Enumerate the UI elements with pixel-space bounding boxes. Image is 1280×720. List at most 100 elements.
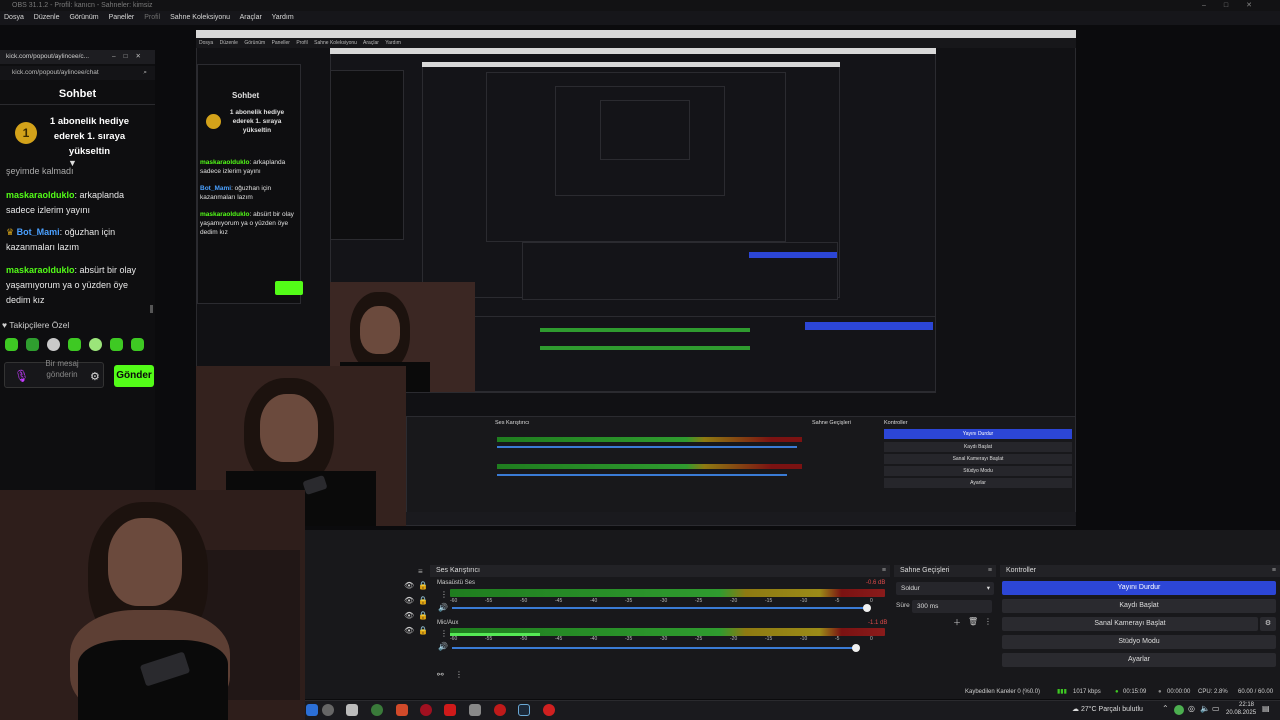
scroll-down-icon[interactable]: ▼ xyxy=(68,158,77,168)
transition-type: Soldur xyxy=(901,585,920,592)
emote-icon[interactable] xyxy=(26,338,39,351)
lock-icon[interactable]: 🔒 xyxy=(418,581,428,590)
opera-gx-icon[interactable] xyxy=(494,704,506,716)
dock-menu-icon[interactable]: ≡ xyxy=(988,565,992,577)
eye-icon[interactable]: 👁 xyxy=(404,581,414,590)
steam-icon[interactable] xyxy=(518,704,530,716)
preview-menu-file: Dosya xyxy=(199,40,214,46)
menu-docks[interactable]: Paneller xyxy=(109,14,135,21)
start-icon[interactable] xyxy=(306,704,318,716)
source-menu-icon[interactable]: ⋮ xyxy=(440,590,448,599)
lock-icon[interactable]: 🔒 xyxy=(418,596,428,605)
tray-chevron-up-icon[interactable]: ⌃ xyxy=(1162,704,1169,713)
transition-menu-icon[interactable]: ⋮ xyxy=(984,617,992,626)
dock-menu-icon[interactable]: ≡ xyxy=(882,565,886,577)
subscriber-badge-icon: 1 xyxy=(15,122,37,144)
dock-menu-icon[interactable]: ≡ xyxy=(1272,565,1276,577)
chat-username[interactable]: Bot_Mami xyxy=(17,227,60,237)
weather-widget[interactable]: ☁ 27°C Parçalı bulutlu xyxy=(1072,700,1143,720)
obs-app-icon[interactable] xyxy=(322,704,334,716)
lock-icon[interactable]: 🔒 xyxy=(418,626,428,635)
dock-menu-icon[interactable]: ≡ xyxy=(418,567,423,576)
transition-select[interactable]: Soldur ▾ xyxy=(896,582,994,595)
zoom-icon[interactable]: ⌕ xyxy=(143,66,147,80)
menu-file[interactable]: Dosya xyxy=(4,14,24,21)
chat-cut-line: şeyimde kalmadı xyxy=(6,166,74,176)
eye-icon[interactable]: 👁 xyxy=(404,596,414,605)
menu-edit[interactable]: Düzenle xyxy=(34,14,60,21)
preview-menu-help: Yardım xyxy=(385,40,401,46)
nested-dock-2 xyxy=(522,242,838,300)
link-icon[interactable]: ⚯ xyxy=(437,670,444,679)
nested-active-button xyxy=(749,252,837,258)
chat-message: maskaraolduklo: arkaplanda sadece izleri… xyxy=(6,188,151,218)
battery-icon[interactable]: ▭ xyxy=(1212,704,1220,713)
chat-scrollbar[interactable] xyxy=(150,305,153,313)
duration-input[interactable]: 300 ms xyxy=(912,600,992,613)
eye-icon[interactable]: 👁 xyxy=(404,611,414,620)
tray-app-icon[interactable] xyxy=(1174,705,1184,715)
mixer-menu-icon[interactable]: ⋮ xyxy=(455,670,463,679)
chat-username[interactable]: maskaraolduklo xyxy=(6,190,75,200)
network-icon[interactable]: ◎ xyxy=(1188,704,1195,713)
meter-tick-label: -40 xyxy=(590,598,598,604)
opera-icon[interactable] xyxy=(420,704,432,716)
nested-gift-text: 1 abonelik hediye ederek 1. sıraya yükse… xyxy=(229,109,285,134)
chat-window-controls[interactable]: –□✕ xyxy=(112,50,149,64)
menu-scene-collection[interactable]: Sahne Koleksiyonu xyxy=(170,14,230,21)
brave-icon[interactable] xyxy=(396,704,408,716)
add-icon[interactable]: ＋ xyxy=(953,617,961,628)
nested-meter xyxy=(497,464,802,469)
trash-icon[interactable]: 🗑 xyxy=(968,617,978,626)
explorer-icon[interactable] xyxy=(469,704,481,716)
emote-icon[interactable] xyxy=(131,338,144,351)
virtual-camera-settings-icon[interactable]: ⚙ xyxy=(1260,617,1276,631)
volume-slider-desktop[interactable] xyxy=(452,607,866,609)
meter-tick-label: -25 xyxy=(695,636,703,642)
start-recording-button[interactable]: Kaydı Başlat xyxy=(1002,599,1276,613)
menu-tools[interactable]: Araçlar xyxy=(240,14,262,21)
emote-icon[interactable] xyxy=(110,338,123,351)
lock-icon[interactable]: 🔒 xyxy=(418,611,428,620)
window-controls[interactable]: –□✕ xyxy=(1202,0,1270,11)
clock[interactable]: 22:18 20.08.2025 xyxy=(1226,701,1256,717)
eye-icon[interactable]: 👁 xyxy=(404,626,414,635)
studio-mode-button[interactable]: Stüdyo Modu xyxy=(1002,635,1276,649)
task-view-icon[interactable] xyxy=(346,704,358,716)
volume-knob-mic[interactable] xyxy=(852,644,860,652)
menu-view[interactable]: Görünüm xyxy=(69,14,98,21)
volume-knob-desktop[interactable] xyxy=(863,604,871,612)
microphone-icon[interactable]: 🎙 xyxy=(14,369,29,383)
start-virtual-camera-button[interactable]: Sanal Kamerayı Başlat xyxy=(1002,617,1258,631)
gear-icon[interactable]: ⚙ xyxy=(90,370,100,383)
mixer-dock-header: Ses Karıştırıcı ≡ xyxy=(430,565,890,577)
menu-help[interactable]: Yardım xyxy=(272,14,294,21)
obs-record-icon[interactable] xyxy=(543,704,555,716)
nested-slider xyxy=(497,446,797,448)
emote-icon[interactable] xyxy=(5,338,18,351)
emote-icon[interactable] xyxy=(47,338,60,351)
speaker-icon[interactable]: 🔊 xyxy=(438,642,448,651)
menu-profile[interactable]: Profil xyxy=(144,14,160,21)
speaker-icon[interactable]: 🔊 xyxy=(438,603,448,612)
chat-address-bar[interactable]: kick.com/popout/aylincee/chat ⌕ xyxy=(0,66,155,80)
settings-button[interactable]: Ayarlar xyxy=(1002,653,1276,667)
notification-icon[interactable]: ▤ xyxy=(1262,704,1270,713)
app-icon[interactable] xyxy=(444,704,456,716)
chrome-icon[interactable] xyxy=(371,704,383,716)
volume-icon[interactable]: 🔈 xyxy=(1200,704,1210,713)
controls-title: Kontroller xyxy=(1006,567,1036,574)
meter-tick-label: -20 xyxy=(730,636,738,642)
meter-tick-label: -60 xyxy=(450,598,458,604)
chat-username[interactable]: maskaraolduklo xyxy=(6,265,75,275)
nested-active-button xyxy=(805,322,933,330)
source-menu-icon[interactable]: ⋮ xyxy=(440,629,448,638)
volume-slider-mic[interactable] xyxy=(452,647,856,649)
emote-icon[interactable] xyxy=(89,338,102,351)
send-button[interactable]: Gönder xyxy=(114,365,154,387)
stream-indicator-icon: ● xyxy=(1115,689,1119,695)
preview-menu-tools: Araçlar xyxy=(363,40,379,46)
emote-icon[interactable] xyxy=(68,338,81,351)
stop-streaming-button[interactable]: Yayını Durdur xyxy=(1002,581,1276,595)
obs-status-bar: Kaybedilen Kareler 0 (%0.0) ▮▮▮ 1017 kbp… xyxy=(305,685,1280,709)
